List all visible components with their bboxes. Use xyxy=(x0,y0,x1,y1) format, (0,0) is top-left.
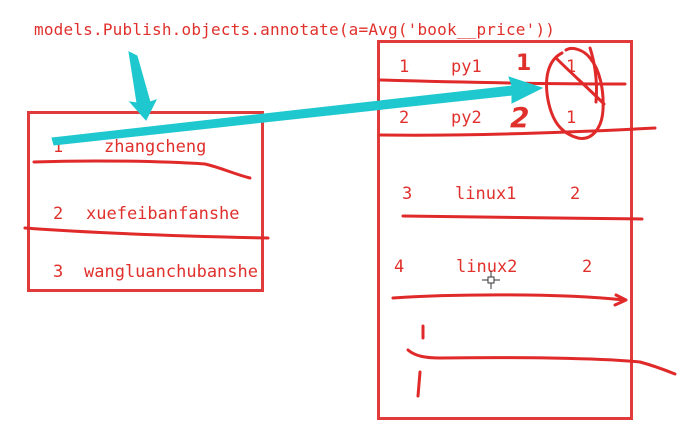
book-table-box xyxy=(377,40,633,420)
book-row-2-publish-id: 1 xyxy=(566,108,577,128)
book-row-3-id: 3 xyxy=(402,184,413,204)
book-row-1-title: py1 xyxy=(451,57,482,77)
book-row-4-publish-id: 2 xyxy=(582,257,593,277)
publish-row-3-id: 3 xyxy=(53,262,64,282)
publish-row-2-id: 2 xyxy=(53,204,64,224)
book-row-1-publish-id: 1 xyxy=(566,57,577,77)
publish-row-3-name: wangluanchubanshe xyxy=(84,262,258,282)
publish-row-1-name: zhangcheng xyxy=(104,137,207,157)
book-row-4-id: 4 xyxy=(394,257,405,277)
caption-to-publish-arrow xyxy=(128,51,157,121)
book-row-1-id: 1 xyxy=(399,57,410,77)
book-row-4-title: linux2 xyxy=(456,257,518,277)
handwritten-mark-2: 2 xyxy=(510,101,530,134)
handwritten-mark-1: 1 xyxy=(516,51,532,76)
book-row-3-publish-id: 2 xyxy=(570,184,581,204)
book-row-3-title: linux1 xyxy=(455,184,517,204)
book-row-2-id: 2 xyxy=(399,108,410,128)
publish-row-1-id: 1 xyxy=(53,137,64,157)
book-row-2-title: py2 xyxy=(451,108,482,128)
orm-query-text: models.Publish.objects.annotate(a=Avg('b… xyxy=(34,20,556,39)
publish-row-2-name: xuefeibanfanshe xyxy=(86,204,240,224)
